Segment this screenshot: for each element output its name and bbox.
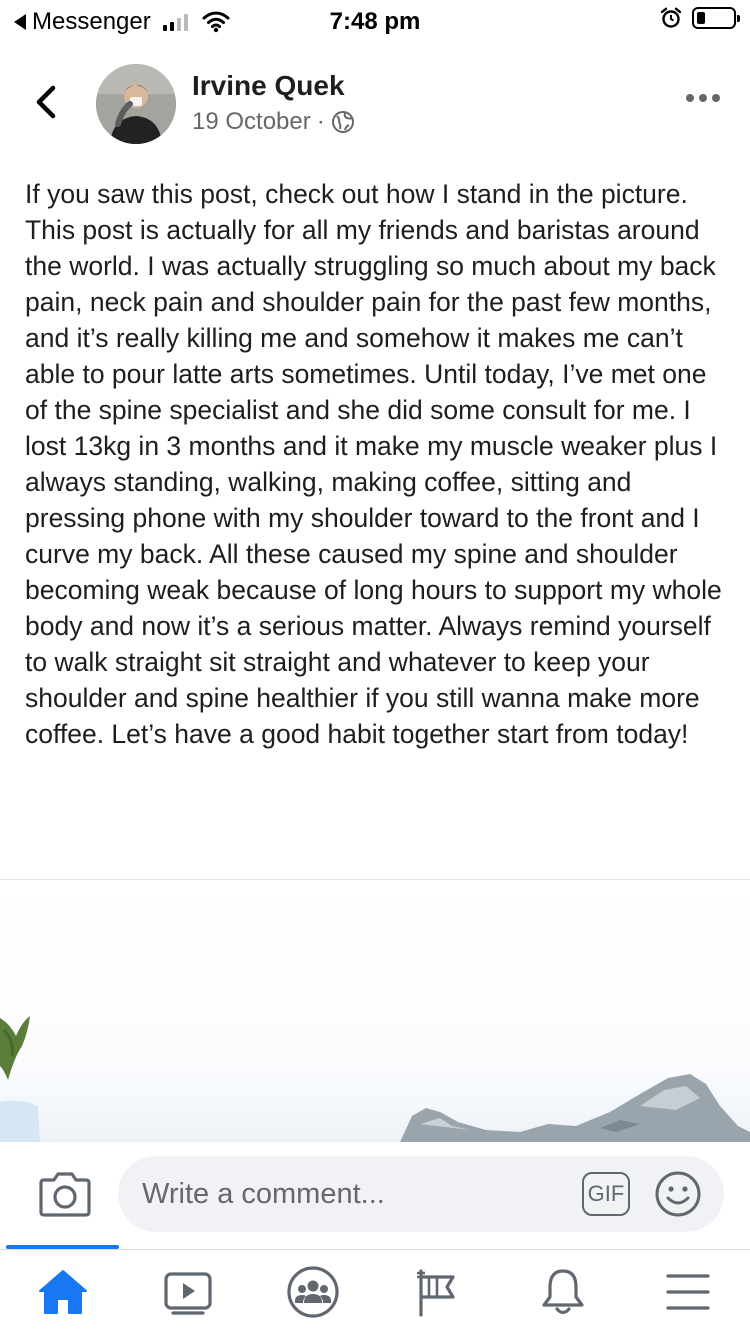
post-date[interactable]: 19 October xyxy=(192,108,311,136)
post-meta: 19 October · xyxy=(192,108,355,136)
avatar[interactable] xyxy=(96,64,176,144)
meta-separator: · xyxy=(316,108,325,135)
nav-menu[interactable] xyxy=(625,1250,750,1334)
alarm-icon xyxy=(660,7,682,28)
photo-landscape xyxy=(0,1016,750,1142)
home-icon xyxy=(38,1270,87,1314)
gif-button[interactable]: GIF xyxy=(582,1172,630,1216)
emoji-icon[interactable] xyxy=(654,1170,702,1218)
post-header: Irvine Quek 19 October · xyxy=(0,56,750,156)
nav-home[interactable] xyxy=(0,1250,125,1334)
more-options-icon[interactable] xyxy=(686,94,720,102)
nav-notifications[interactable] xyxy=(500,1250,625,1334)
comment-input[interactable] xyxy=(118,1156,724,1232)
back-button[interactable] xyxy=(26,82,66,122)
camera-icon[interactable] xyxy=(38,1168,92,1218)
groups-icon xyxy=(286,1266,339,1318)
avatar-photo xyxy=(96,64,176,144)
notifications-icon xyxy=(541,1269,584,1315)
menu-icon xyxy=(665,1274,710,1310)
watch-icon xyxy=(163,1272,212,1315)
battery-icon xyxy=(692,7,740,29)
post-photo[interactable] xyxy=(0,880,750,1142)
nav-watch[interactable] xyxy=(125,1250,250,1334)
status-bar: Messenger 7:48 pm xyxy=(0,0,750,40)
post-text: If you saw this post, check out how I st… xyxy=(25,179,722,749)
status-time: 7:48 pm xyxy=(329,8,421,35)
bottom-nav xyxy=(0,1249,750,1334)
pages-icon xyxy=(416,1269,455,1317)
author-name[interactable]: Irvine Quek xyxy=(192,70,345,102)
nav-groups[interactable] xyxy=(250,1250,375,1334)
globe-icon xyxy=(331,111,354,133)
gif-label: GIF xyxy=(587,1181,625,1206)
comment-bar: GIF xyxy=(0,1142,750,1246)
nav-pages[interactable] xyxy=(375,1250,500,1334)
